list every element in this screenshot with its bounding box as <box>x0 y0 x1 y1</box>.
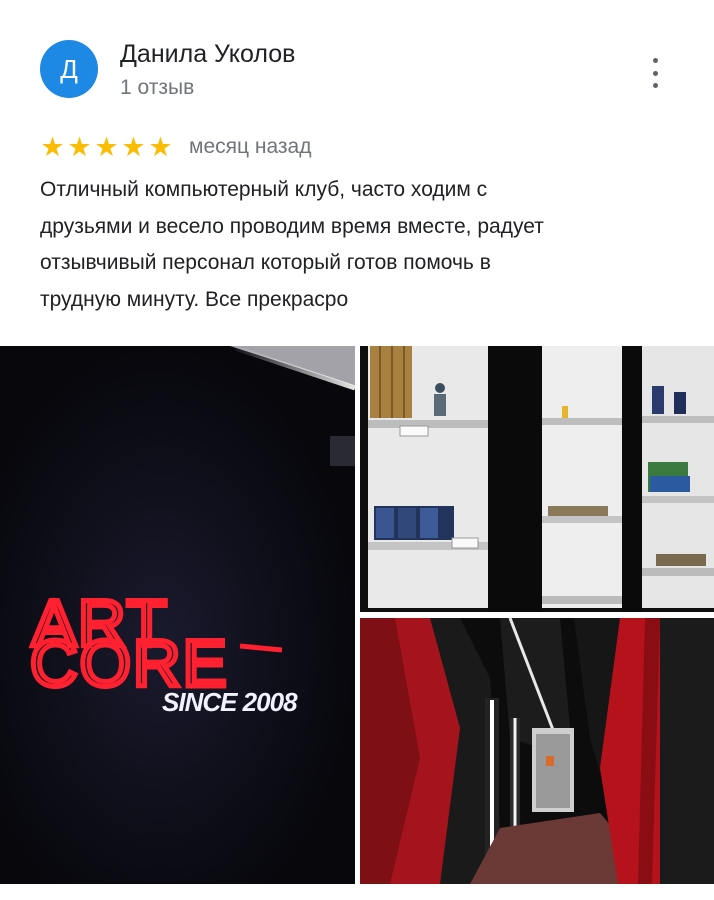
photo-sign[interactable]: ART CORE SINCE 2008 <box>0 346 355 884</box>
sign-since: SINCE 2008 <box>162 687 298 717</box>
star-icon: ★ <box>40 131 65 162</box>
review-line: трудную минуту. Все прекрасро <box>40 287 349 311</box>
review-header: Д Данила Уколов 1 отзыв <box>0 0 714 120</box>
corridor-image <box>360 618 714 884</box>
review-line: друзьями и весело проводим время вместе,… <box>40 214 544 238</box>
author-name[interactable]: Данила Уколов <box>120 40 295 69</box>
more-vert-icon[interactable] <box>643 58 667 88</box>
photo-corridor[interactable] <box>360 618 714 884</box>
rating-row: ★ ★ ★ ★ ★ месяц назад <box>40 132 311 162</box>
photo-shelves[interactable] <box>360 346 714 612</box>
sign-image: ART CORE SINCE 2008 <box>0 346 355 884</box>
star-icon: ★ <box>148 131 173 162</box>
avatar-initial: Д <box>60 53 78 84</box>
review-text: Отличный компьютерный клуб, часто ходим … <box>40 172 680 318</box>
author-reviews-count[interactable]: 1 отзыв <box>120 76 194 100</box>
shelves-image <box>360 346 714 612</box>
star-icon: ★ <box>94 131 119 162</box>
review-line: Отличный компьютерный клуб, часто ходим … <box>40 178 488 201</box>
review-line: отзывчивый персонал который готов помочь… <box>40 251 491 274</box>
photo-gallery: ART CORE SINCE 2008 <box>0 346 714 886</box>
review-date: месяц назад <box>189 135 312 158</box>
star-icon: ★ <box>67 131 92 162</box>
star-icon: ★ <box>121 131 146 162</box>
avatar[interactable]: Д <box>40 40 98 98</box>
